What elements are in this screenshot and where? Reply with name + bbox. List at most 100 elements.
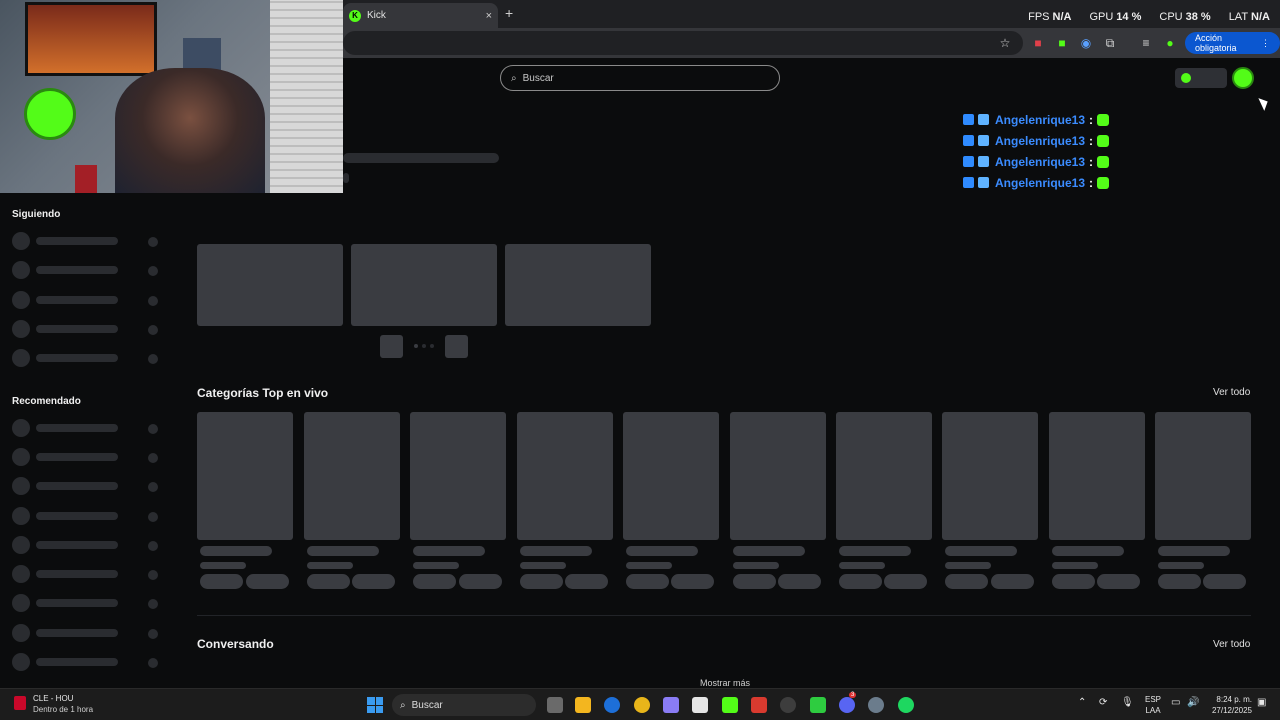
featured-stream-skeleton[interactable] bbox=[351, 244, 497, 326]
extension-sound-icon[interactable]: ◉ bbox=[1078, 35, 1094, 51]
category-card-skeleton[interactable] bbox=[197, 412, 293, 540]
display-icon[interactable]: ▭ bbox=[1171, 697, 1180, 708]
sidebar-channel-skeleton[interactable] bbox=[12, 349, 162, 367]
capcut-icon[interactable] bbox=[692, 697, 708, 713]
category-name-skeleton bbox=[1158, 546, 1230, 556]
sidebar-channel-skeleton[interactable] bbox=[12, 477, 162, 495]
media-control-icon[interactable]: ≡ bbox=[1138, 35, 1154, 51]
new-tab-button[interactable]: + bbox=[505, 5, 513, 21]
required-action-button[interactable]: Acción obligatoria ⋮ bbox=[1185, 32, 1280, 54]
tab-kick[interactable]: K Kick × bbox=[343, 3, 498, 28]
system-clock[interactable]: 8:24 p. m. 27/12/2025 bbox=[1206, 694, 1252, 716]
category-card-skeleton[interactable] bbox=[942, 412, 1038, 540]
header-button[interactable] bbox=[1175, 68, 1227, 88]
sync-icon[interactable]: ⟳ bbox=[1099, 697, 1107, 708]
show-more-button[interactable]: Mostrar más bbox=[700, 678, 750, 688]
file-explorer-icon[interactable] bbox=[575, 697, 591, 713]
category-name-skeleton bbox=[839, 546, 911, 556]
extensions-puzzle-icon[interactable]: ⧉ bbox=[1102, 35, 1118, 51]
top-categories-see-all-link[interactable]: Ver todo bbox=[1213, 387, 1250, 398]
category-name-skeleton bbox=[1052, 546, 1124, 556]
category-card-skeleton[interactable] bbox=[1049, 412, 1145, 540]
chatting-see-all-link[interactable]: Ver todo bbox=[1213, 639, 1250, 650]
category-viewers-skeleton bbox=[626, 562, 672, 569]
sidebar-channel-skeleton[interactable] bbox=[12, 536, 162, 554]
extension-shield-icon[interactable]: ■ bbox=[1030, 35, 1046, 51]
profile-avatar-icon[interactable]: ● bbox=[1162, 35, 1178, 51]
sidebar-channel-skeleton[interactable] bbox=[12, 565, 162, 583]
category-card-skeleton[interactable] bbox=[517, 412, 613, 540]
sidebar-channel-skeleton[interactable] bbox=[12, 594, 162, 612]
search-icon: ⌕ bbox=[400, 699, 406, 711]
featured-stream-skeleton[interactable] bbox=[505, 244, 651, 326]
sports-widget[interactable]: CLE - HOU Dentro de 1 hora bbox=[14, 693, 93, 715]
volume-icon[interactable]: 🔊 bbox=[1187, 697, 1199, 708]
streamer-image bbox=[115, 68, 265, 193]
top-categories-title: Categorías Top en vivo bbox=[197, 386, 329, 400]
category-card-skeleton[interactable] bbox=[836, 412, 932, 540]
gamepad-icon[interactable] bbox=[663, 697, 679, 713]
microphone-icon[interactable]: 🎙 bbox=[1121, 697, 1134, 708]
chatting-title: Conversando bbox=[197, 637, 274, 651]
lat-stat: LAT N/A bbox=[1228, 11, 1270, 23]
taskbar-search-input[interactable]: ⌕ Buscar bbox=[392, 694, 536, 716]
category-card-skeleton[interactable] bbox=[730, 412, 826, 540]
category-tag-skeleton bbox=[413, 574, 456, 589]
carousel-dot[interactable] bbox=[430, 344, 434, 348]
category-tag-skeleton bbox=[733, 574, 776, 589]
chat-message: Angelenrique13: bbox=[963, 151, 1110, 172]
address-bar[interactable] bbox=[343, 31, 1023, 55]
language-indicator[interactable]: ESP LAA bbox=[1145, 694, 1161, 716]
mixer-app-icon[interactable] bbox=[751, 697, 767, 713]
bookmark-star-icon[interactable]: ☆ bbox=[997, 35, 1013, 51]
category-card-skeleton[interactable] bbox=[304, 412, 400, 540]
category-tag-skeleton bbox=[1203, 574, 1246, 589]
sidebar-channel-skeleton[interactable] bbox=[12, 419, 162, 437]
badge-icon bbox=[978, 135, 989, 146]
sidebar-channel-skeleton[interactable] bbox=[12, 261, 162, 279]
carousel-prev-button[interactable] bbox=[380, 335, 403, 358]
following-title: Siguiendo bbox=[12, 209, 61, 220]
category-name-skeleton bbox=[413, 546, 485, 556]
category-card-skeleton[interactable] bbox=[1155, 412, 1251, 540]
kick-app-icon[interactable] bbox=[722, 697, 738, 713]
spotify-icon[interactable] bbox=[898, 697, 914, 713]
red-object-image bbox=[75, 165, 97, 193]
tab-close-icon[interactable]: × bbox=[486, 10, 492, 22]
start-windows-icon[interactable] bbox=[367, 697, 383, 713]
category-card-skeleton[interactable] bbox=[410, 412, 506, 540]
discord-icon[interactable] bbox=[839, 697, 855, 713]
user-avatar[interactable] bbox=[1232, 67, 1254, 89]
sidebar-channel-skeleton[interactable] bbox=[12, 232, 162, 250]
sidebar-channel-skeleton[interactable] bbox=[12, 291, 162, 309]
category-tag-skeleton bbox=[1052, 574, 1095, 589]
extension-green-icon[interactable]: ■ bbox=[1054, 35, 1070, 51]
category-tag-skeleton bbox=[246, 574, 289, 589]
badge-icon bbox=[978, 114, 989, 125]
carousel-dot[interactable] bbox=[414, 344, 418, 348]
task-view-icon[interactable] bbox=[547, 697, 563, 713]
recommended-title: Recomendado bbox=[12, 396, 81, 407]
category-tag-skeleton bbox=[1158, 574, 1201, 589]
category-name-skeleton bbox=[626, 546, 698, 556]
settings-gear-icon[interactable] bbox=[868, 697, 884, 713]
sidebar-channel-skeleton[interactable] bbox=[12, 448, 162, 466]
edge-icon[interactable] bbox=[604, 697, 620, 713]
carousel-next-button[interactable] bbox=[445, 335, 468, 358]
kick-favicon-icon: K bbox=[349, 9, 361, 22]
obs-icon[interactable] bbox=[780, 697, 796, 713]
sidebar-channel-skeleton[interactable] bbox=[12, 320, 162, 338]
sidebar-channel-skeleton[interactable] bbox=[12, 653, 162, 671]
carousel-dot[interactable] bbox=[422, 344, 426, 348]
notification-bell-icon[interactable]: ▣ bbox=[1257, 697, 1266, 708]
sidebar-channel-skeleton[interactable] bbox=[12, 507, 162, 525]
search-input[interactable]: ⌕ Buscar bbox=[500, 65, 780, 91]
chevron-up-icon[interactable]: ⌃ bbox=[1078, 697, 1086, 708]
play-app-icon[interactable] bbox=[810, 697, 826, 713]
chat-username: Angelenrique13 bbox=[995, 112, 1086, 127]
category-card-skeleton[interactable] bbox=[623, 412, 719, 540]
sidebar-channel-skeleton[interactable] bbox=[12, 624, 162, 642]
kebab-menu-icon: ⋮ bbox=[1261, 37, 1270, 48]
chrome-icon[interactable] bbox=[634, 697, 650, 713]
featured-stream-skeleton[interactable] bbox=[197, 244, 343, 326]
